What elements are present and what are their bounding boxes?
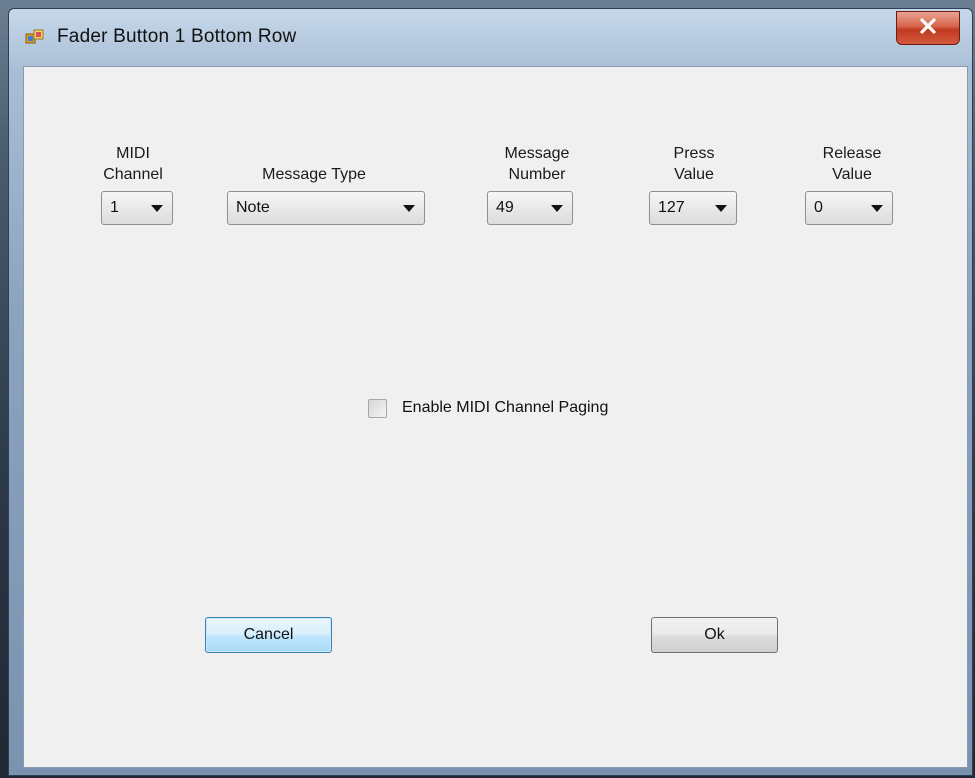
- close-icon: [919, 17, 937, 39]
- press-value-select[interactable]: 127: [649, 191, 737, 225]
- midi-channel-paging-checkbox[interactable]: [368, 399, 387, 418]
- message-type-value: Note: [236, 199, 270, 216]
- window-title: Fader Button 1 Bottom Row: [57, 26, 297, 47]
- ok-button[interactable]: Ok: [651, 617, 778, 653]
- message-number-select[interactable]: 49: [487, 191, 573, 225]
- midi-channel-paging-label: Enable MIDI Channel Paging: [402, 399, 609, 416]
- ok-button-label: Ok: [704, 626, 725, 643]
- title-bar[interactable]: Fader Button 1 Bottom Row: [9, 9, 972, 65]
- chevron-down-icon: [715, 205, 727, 212]
- midi-channel-select[interactable]: 1: [101, 191, 173, 225]
- message-type-label: Message Type: [262, 166, 366, 183]
- message-type-select[interactable]: Note: [227, 191, 425, 225]
- chevron-down-icon: [403, 205, 415, 212]
- midi-channel-value: 1: [110, 199, 119, 216]
- close-button[interactable]: [896, 11, 960, 45]
- chevron-down-icon: [151, 205, 163, 212]
- app-icon: [25, 28, 45, 48]
- release-value-value: 0: [814, 199, 823, 216]
- release-value-select[interactable]: 0: [805, 191, 893, 225]
- chevron-down-icon: [871, 205, 883, 212]
- cancel-button-label: Cancel: [243, 626, 294, 643]
- cancel-button[interactable]: Cancel: [205, 617, 332, 653]
- message-number-value: 49: [496, 199, 514, 216]
- midi-channel-label: MIDI Channel: [103, 145, 163, 183]
- press-value-label: Press Value: [673, 145, 715, 183]
- chevron-down-icon: [551, 205, 563, 212]
- release-value-label: Release Value: [822, 145, 882, 183]
- press-value-value: 127: [658, 199, 685, 216]
- message-number-label: Message Number: [504, 145, 570, 183]
- dialog-client-area: MIDI Channel 1 Message Type Note Message…: [23, 66, 968, 768]
- dialog-window: Fader Button 1 Bottom Row MIDI Channel 1…: [8, 8, 973, 776]
